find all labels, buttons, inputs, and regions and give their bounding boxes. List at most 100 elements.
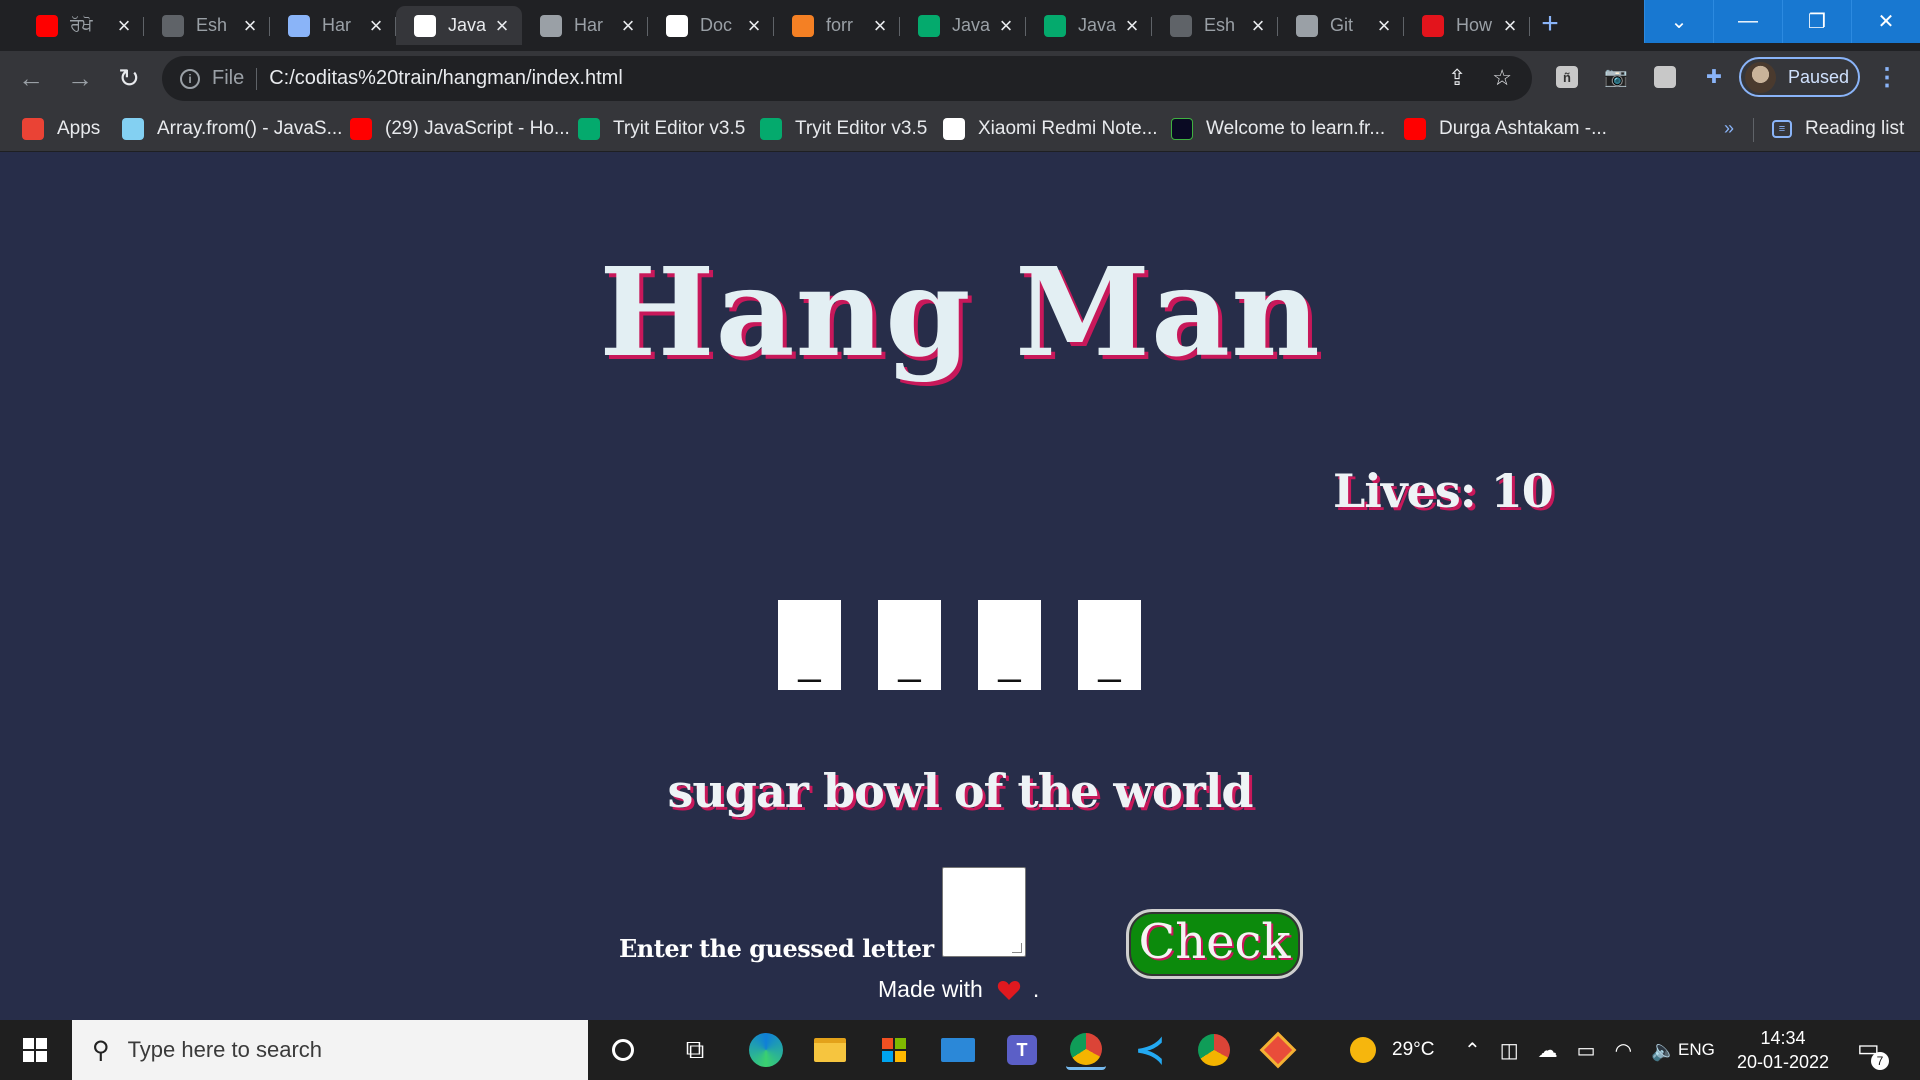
bookmark-item[interactable]: Array.from() - JavaS... [122,116,342,142]
bookmark-item[interactable]: Tryit Editor v3.5 [760,116,927,142]
check-button[interactable]: Check [1126,909,1303,979]
windows-logo-icon [23,1038,47,1062]
onedrive-icon[interactable]: ☁ [1538,1038,1558,1063]
browser-tab[interactable]: How × [1404,6,1530,45]
more-bookmarks-icon[interactable]: » [1724,118,1734,139]
windows-taskbar: ⚲ ⧉ T ≺ 29°C ⌃ ◫ ☁ ▭ ◠ 🔈 ENG 14:34 20-01… [0,1020,1920,1080]
browser-tab[interactable]: Java × [396,6,522,45]
clock[interactable]: 14:34 20-01-2022 [1733,1026,1833,1074]
chrome-icon[interactable] [1066,1030,1106,1070]
close-tab-icon[interactable]: × [492,14,512,37]
chevron-up-icon[interactable]: ⌃ [1464,1038,1481,1063]
reading-list-button[interactable]: ≡ Reading list [1772,116,1904,142]
close-tab-icon[interactable]: × [1500,14,1520,37]
mdn-icon [122,118,144,140]
teams-icon[interactable]: T [1002,1030,1042,1070]
weather-widget[interactable]: 29°C [1350,1020,1434,1080]
bookmark-star-icon[interactable]: ☆ [1492,65,1512,91]
lives-counter: Lives: 10 [1333,464,1554,518]
close-tab-icon[interactable]: × [114,14,134,37]
bookmark-item[interactable]: Tryit Editor v3.5 [578,116,745,142]
url-text[interactable]: C:/coditas%20train/hangman/index.html [269,67,623,90]
page-title: Hang Man [599,240,1321,384]
browser-tab-strip: ਰੱਖੋ × Esh × Har × Java × Har × Doc × forr × Java × Java… [0,0,1920,51]
share-icon[interactable]: ⇪ [1448,65,1466,91]
taskbar-search-input[interactable] [127,1037,548,1063]
address-bar[interactable]: i File C:/coditas%20train/hangman/index.… [162,56,1532,101]
close-tab-icon[interactable]: × [1248,14,1268,37]
globe-icon [540,14,562,37]
meet-icon[interactable]: ◫ [1500,1038,1519,1063]
tab-title: Java [448,15,487,35]
bookmark-item[interactable]: Welcome to learn.fr... [1171,116,1385,142]
bookmarks-bar: Apps Array.from() - JavaS... (29) JavaScri… [0,106,1920,152]
microsoft-store-icon[interactable] [874,1030,914,1070]
bookmark-label: Xiaomi Redmi Note... [978,118,1158,139]
vscode-icon[interactable]: ≺ [1130,1029,1170,1070]
close-window-button[interactable]: ✕ [1851,0,1920,43]
browser-tab[interactable]: Esh × [144,6,270,45]
close-tab-icon[interactable]: × [1122,14,1142,37]
letter-slot: _ [878,600,941,690]
word-hint: sugar bowl of the world [667,764,1253,818]
task-view-icon[interactable]: ⧉ [675,1030,715,1070]
browser-tab[interactable]: Java × [900,6,1026,45]
extension-icon[interactable] [1651,63,1679,91]
tab-separator [1529,17,1530,36]
browser-tab[interactable]: Java × [1026,6,1152,45]
bookmark-item[interactable]: Durga Ashtakam -... [1404,116,1607,142]
bookmark-item[interactable]: (29) JavaScript - Ho... [350,116,570,142]
cortana-icon[interactable] [603,1030,643,1070]
tab-title: How [1456,15,1493,35]
taskbar-search[interactable]: ⚲ [72,1020,588,1080]
minimize-button[interactable]: — [1713,0,1782,43]
forward-button[interactable]: → [63,61,97,95]
close-tab-icon[interactable]: × [870,14,890,37]
clock-time: 14:34 [1760,1028,1806,1048]
volume-icon[interactable]: 🔈 [1651,1038,1676,1063]
close-tab-icon[interactable]: × [366,14,386,37]
tab-search-button[interactable]: ⌄ [1644,0,1713,43]
info-icon[interactable]: i [180,68,200,89]
menu-dots-icon[interactable]: ⋮ [1875,63,1899,92]
browser-tab[interactable]: Git × [1278,6,1404,45]
w3schools-icon [760,118,782,140]
extension-icon[interactable]: ñ [1553,63,1581,91]
language-indicator[interactable]: ENG [1678,1020,1715,1080]
browser-tab[interactable]: Doc × [648,6,774,45]
github-icon [162,14,184,37]
close-tab-icon[interactable]: × [618,14,638,37]
mail-icon[interactable] [938,1030,978,1070]
start-button[interactable] [0,1020,70,1080]
back-button[interactable]: ← [14,61,48,95]
browser-tab[interactable]: ਰੱਖੋ × [18,6,144,45]
w3schools-icon [1044,14,1066,37]
browser-tab[interactable]: Har × [522,6,648,45]
guess-input[interactable] [942,867,1026,957]
tab-title: Esh [1204,15,1236,35]
tab-title: Esh [196,15,228,35]
battery-icon[interactable]: ▭ [1577,1038,1596,1063]
new-tab-button[interactable]: + [1535,9,1565,40]
restore-button[interactable]: ❐ [1782,0,1851,43]
file-explorer-icon[interactable] [810,1030,850,1070]
browser-tab[interactable]: Esh × [1152,6,1278,45]
profile-button[interactable]: Paused [1739,57,1860,97]
camera-icon[interactable]: 📷 [1602,63,1630,91]
tab-title: Java [1078,15,1117,35]
wifi-icon[interactable]: ◠ [1615,1038,1632,1063]
git-app-icon[interactable] [1258,1030,1298,1070]
edge-icon[interactable] [746,1030,786,1070]
bookmark-item[interactable]: Xiaomi Redmi Note... [943,116,1158,142]
browser-tab[interactable]: forr × [774,6,900,45]
close-tab-icon[interactable]: × [744,14,764,37]
browser-tab[interactable]: Har × [270,6,396,45]
chrome-profile-icon[interactable] [1194,1030,1234,1070]
close-tab-icon[interactable]: × [1374,14,1394,37]
close-tab-icon[interactable]: × [240,14,260,37]
bookmark-item[interactable]: Apps [22,116,100,142]
reload-button[interactable]: ↻ [112,61,146,95]
puzzle-icon[interactable]: ✚ [1700,63,1728,91]
close-tab-icon[interactable]: × [996,14,1016,37]
clock-date: 20-01-2022 [1736,1052,1830,1072]
